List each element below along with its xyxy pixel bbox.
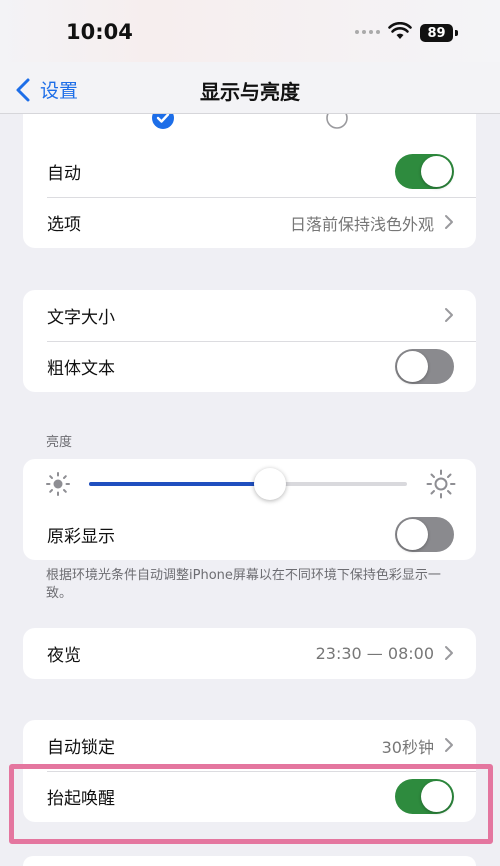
brightness-slider[interactable]	[89, 468, 407, 500]
highlight-box	[9, 764, 493, 844]
bold-text-toggle[interactable]	[395, 349, 454, 384]
nav-divider	[0, 113, 500, 114]
page-title: 显示与亮度	[200, 80, 300, 104]
options-label: 选项	[47, 215, 81, 235]
auto-appearance-toggle[interactable]	[395, 154, 454, 189]
navigation-bar: 设置 显示与亮度	[0, 62, 500, 114]
auto-appearance-row: 自动	[23, 146, 476, 197]
battery-icon: 89	[420, 24, 453, 42]
auto-label: 自动	[47, 164, 81, 184]
sun-small-icon	[46, 472, 70, 496]
bold-text-label: 粗体文本	[47, 359, 115, 379]
brightness-fill	[89, 482, 271, 486]
auto-lock-label: 自动锁定	[47, 738, 115, 758]
night-shift-label: 夜览	[47, 646, 81, 666]
options-value: 日落前保持浅色外观	[289, 214, 434, 234]
status-time: 10:04	[66, 20, 133, 44]
bold-text-row: 粗体文本	[23, 341, 476, 392]
appearance-options-row[interactable]: 选项 日落前保持浅色外观	[23, 197, 476, 248]
text-size-row[interactable]: 文字大小	[23, 290, 476, 341]
brightness-group: 原彩显示	[23, 459, 476, 560]
true-tone-row: 原彩显示	[23, 509, 476, 560]
night-shift-value: 23:30 — 08:00	[315, 644, 434, 663]
brightness-header: 亮度	[46, 435, 73, 450]
true-tone-caption: 根据环境光条件自动调整iPhone屏幕以在不同环境下保持色彩显示一致。	[46, 568, 441, 601]
next-group	[23, 856, 476, 866]
wifi-icon	[388, 22, 412, 39]
cellular-signal-icon	[355, 30, 380, 34]
chevron-right-icon	[445, 215, 453, 229]
night-shift-group: 夜览 23:30 — 08:00	[23, 628, 476, 679]
status-bar: 10:04 89	[0, 0, 500, 62]
night-shift-row[interactable]: 夜览 23:30 — 08:00	[23, 628, 476, 679]
chevron-right-icon	[445, 646, 453, 660]
chevron-right-icon	[445, 738, 453, 752]
true-tone-toggle[interactable]	[395, 517, 454, 552]
battery-tip	[455, 30, 458, 36]
brightness-thumb[interactable]	[254, 468, 287, 500]
true-tone-label: 原彩显示	[47, 527, 115, 547]
sun-large-icon	[426, 469, 456, 499]
text-group: 文字大小 粗体文本	[23, 290, 476, 392]
auto-lock-value: 30秒钟	[381, 737, 434, 757]
brightness-slider-row	[23, 459, 476, 509]
chevron-right-icon	[445, 308, 453, 322]
text-size-label: 文字大小	[47, 308, 115, 328]
